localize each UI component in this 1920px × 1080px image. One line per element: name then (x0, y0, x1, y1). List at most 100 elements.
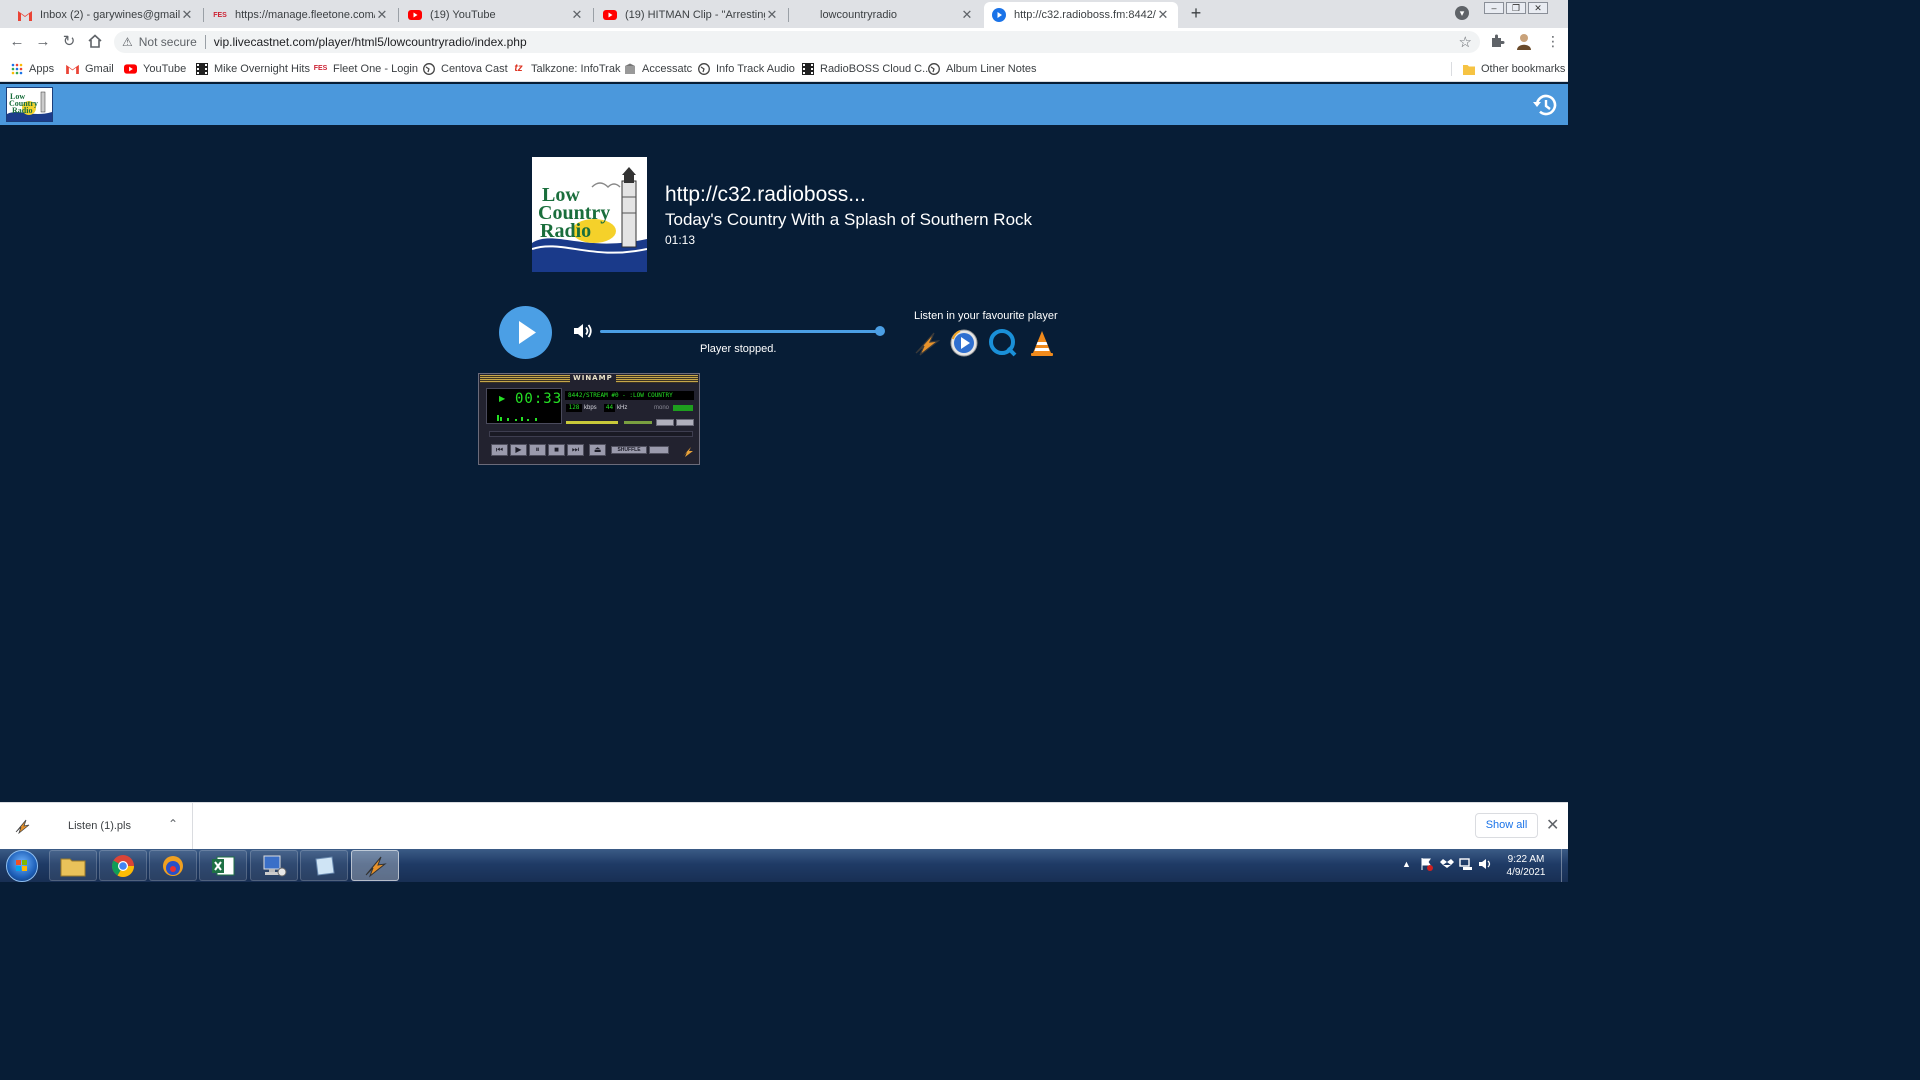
bookmark-mike-overnight-hits[interactable]: Mike Overnight Hits (195, 62, 310, 75)
volume-slider-handle[interactable] (875, 326, 885, 336)
show-hidden-icons[interactable]: ▲ (1402, 859, 1411, 869)
bookmark-label: Centova Cast (441, 62, 508, 75)
close-icon[interactable]: ✕ (765, 7, 779, 23)
close-icon[interactable]: ✕ (570, 7, 584, 23)
tab-lowcountryradio[interactable]: lowcountryradio ✕ (790, 2, 982, 28)
security-label[interactable]: Not secure (139, 35, 197, 49)
file-explorer-icon (60, 858, 86, 876)
stop-icon[interactable]: ■ (548, 444, 565, 456)
eq-toggle-button[interactable] (656, 419, 674, 426)
action-center-flag-icon[interactable] (1420, 857, 1434, 871)
extensions-puzzle-icon[interactable] (1490, 33, 1505, 51)
close-window-icon[interactable]: ✕ (1528, 2, 1548, 14)
bookmark-star-icon[interactable]: ☆ (1459, 33, 1472, 51)
reload-icon[interactable]: ↻ (60, 33, 78, 51)
warning-icon[interactable]: ⚠ (122, 35, 133, 49)
chrome-menu-icon[interactable]: ⋮ (1546, 33, 1560, 50)
stereo-indicator (673, 405, 693, 411)
play-button[interactable] (499, 306, 552, 359)
download-item[interactable]: Listen (1).pls ⌃ (0, 803, 193, 850)
browser-toolbar: ← → ↻ ⚠ Not secure vip.livecastnet.com/p… (0, 28, 1568, 56)
taskbar-media[interactable] (149, 850, 197, 881)
back-arrow-icon[interactable]: ← (8, 33, 26, 51)
close-icon[interactable]: ✕ (375, 7, 389, 23)
winamp-seek-bar[interactable] (489, 431, 693, 437)
other-bookmarks[interactable]: Other bookmarks (1451, 62, 1565, 76)
taskbar-winamp[interactable] (351, 850, 399, 881)
minimize-icon[interactable]: – (1484, 2, 1504, 14)
chevron-up-icon[interactable]: ⌃ (168, 817, 178, 831)
winamp-volume-slider[interactable] (566, 421, 618, 424)
network-icon[interactable] (1459, 857, 1473, 871)
tab-youtube[interactable]: (19) YouTube ✕ (400, 2, 592, 28)
bookmark-label: Accessatc (642, 62, 693, 75)
tab-radioboss-stream[interactable]: http://c32.radioboss.fm:8442/stre ✕ (984, 2, 1178, 28)
shuffle-button[interactable]: SHUFFLE (611, 446, 647, 454)
tab-hitman[interactable]: (19) HITMAN Clip - "Arresting Ag ✕ (595, 2, 787, 28)
tab-search-icon[interactable]: ▾ (1455, 6, 1469, 20)
taskbar-chrome[interactable] (99, 850, 147, 881)
next-icon[interactable]: ⏭ (567, 444, 584, 456)
profile-avatar[interactable] (1516, 32, 1532, 53)
winamp-window[interactable]: WINAMP ▶ 00:33 8442/STREAM #0 - :LOW COU… (478, 373, 700, 465)
taskbar-file-explorer[interactable] (49, 850, 97, 881)
dropbox-icon[interactable] (1440, 857, 1454, 871)
system-clock[interactable]: 9:22 AM 4/9/2021 (1500, 853, 1552, 879)
start-button[interactable] (6, 850, 38, 882)
volume-icon[interactable] (572, 321, 594, 341)
winamp-display: ▶ 00:33 (486, 388, 562, 424)
quicktime-icon[interactable] (989, 329, 1017, 357)
close-icon[interactable]: ✕ (1546, 815, 1559, 835)
play-icon[interactable]: ▶ (510, 444, 527, 456)
address-bar[interactable]: ⚠ Not secure vip.livecastnet.com/player/… (114, 31, 1480, 53)
bookmark-talkzone-infotrak[interactable]: tz Talkzone: InfoTrak (512, 62, 620, 75)
player-body: Low Country Radio http://c32.radioboss..… (0, 125, 1568, 802)
bookmark-label: RadioBOSS Cloud C... (820, 62, 932, 75)
bookmark-info-track-audio[interactable]: Info Track Audio (697, 62, 795, 75)
volume-slider-track[interactable] (600, 330, 882, 333)
bookmark-centova-cast[interactable]: Centova Cast (422, 62, 508, 75)
tab-divider (593, 8, 594, 22)
bookmark-apps[interactable]: Apps (10, 62, 54, 75)
repeat-button[interactable] (649, 446, 669, 454)
close-icon[interactable]: ✕ (960, 7, 974, 23)
show-desktop-button[interactable] (1561, 849, 1568, 882)
bookmark-gmail[interactable]: Gmail (66, 62, 114, 75)
pause-icon[interactable]: ⏸ (529, 444, 546, 456)
station-logo-small[interactable]: Low Country Radio (6, 87, 53, 122)
close-icon[interactable]: ✕ (1156, 7, 1170, 23)
home-icon[interactable] (86, 33, 104, 51)
bookmark-radioboss-cloud[interactable]: RadioBOSS Cloud C... (801, 62, 931, 75)
stream-title: http://c32.radioboss... (665, 183, 866, 206)
notepad-icon (315, 855, 335, 876)
history-icon[interactable] (1530, 90, 1560, 120)
volume-icon[interactable] (1478, 857, 1492, 871)
bookmark-youtube[interactable]: YouTube (124, 62, 186, 75)
tab-title: (19) HITMAN Clip - "Arresting Ag (625, 9, 765, 21)
windows-media-player-icon[interactable] (950, 329, 978, 357)
winamp-titlebar[interactable]: WINAMP (480, 374, 698, 383)
vlc-icon[interactable] (1028, 329, 1056, 357)
tab-gmail[interactable]: Inbox (2) - garywines@gmail.com ✕ (10, 2, 202, 28)
playlist-toggle-button[interactable] (676, 419, 694, 426)
tab-fleetone[interactable]: FES https://manage.fleetone.com/car ✕ (205, 2, 397, 28)
show-all-button[interactable]: Show all (1475, 813, 1538, 838)
bookmark-fleet-one-login[interactable]: FES Fleet One - Login (314, 62, 418, 75)
new-tab-button[interactable]: + (1186, 4, 1206, 24)
taskbar-computer[interactable] (250, 850, 298, 881)
taskbar-excel[interactable] (199, 850, 247, 881)
bookmark-accessatc[interactable]: Accessatc (623, 62, 692, 75)
close-icon[interactable]: ✕ (180, 7, 194, 23)
eject-icon[interactable]: ⏏ (589, 444, 606, 456)
winamp-balance-slider[interactable] (624, 421, 652, 424)
clock-time: 9:22 AM (1507, 854, 1545, 865)
previous-icon[interactable]: ⏮ (491, 444, 508, 456)
restore-icon[interactable]: ❐ (1506, 2, 1526, 14)
url-text[interactable]: vip.livecastnet.com/player/html5/lowcoun… (214, 35, 527, 49)
tab-title: Inbox (2) - garywines@gmail.com (40, 9, 180, 21)
bookmark-album-liner-notes[interactable]: Album Liner Notes (927, 62, 1037, 75)
forward-arrow-icon[interactable]: → (34, 33, 52, 51)
taskbar-notepad[interactable] (300, 850, 348, 881)
winamp-icon[interactable] (912, 329, 940, 357)
winamp-icon[interactable] (682, 445, 694, 457)
